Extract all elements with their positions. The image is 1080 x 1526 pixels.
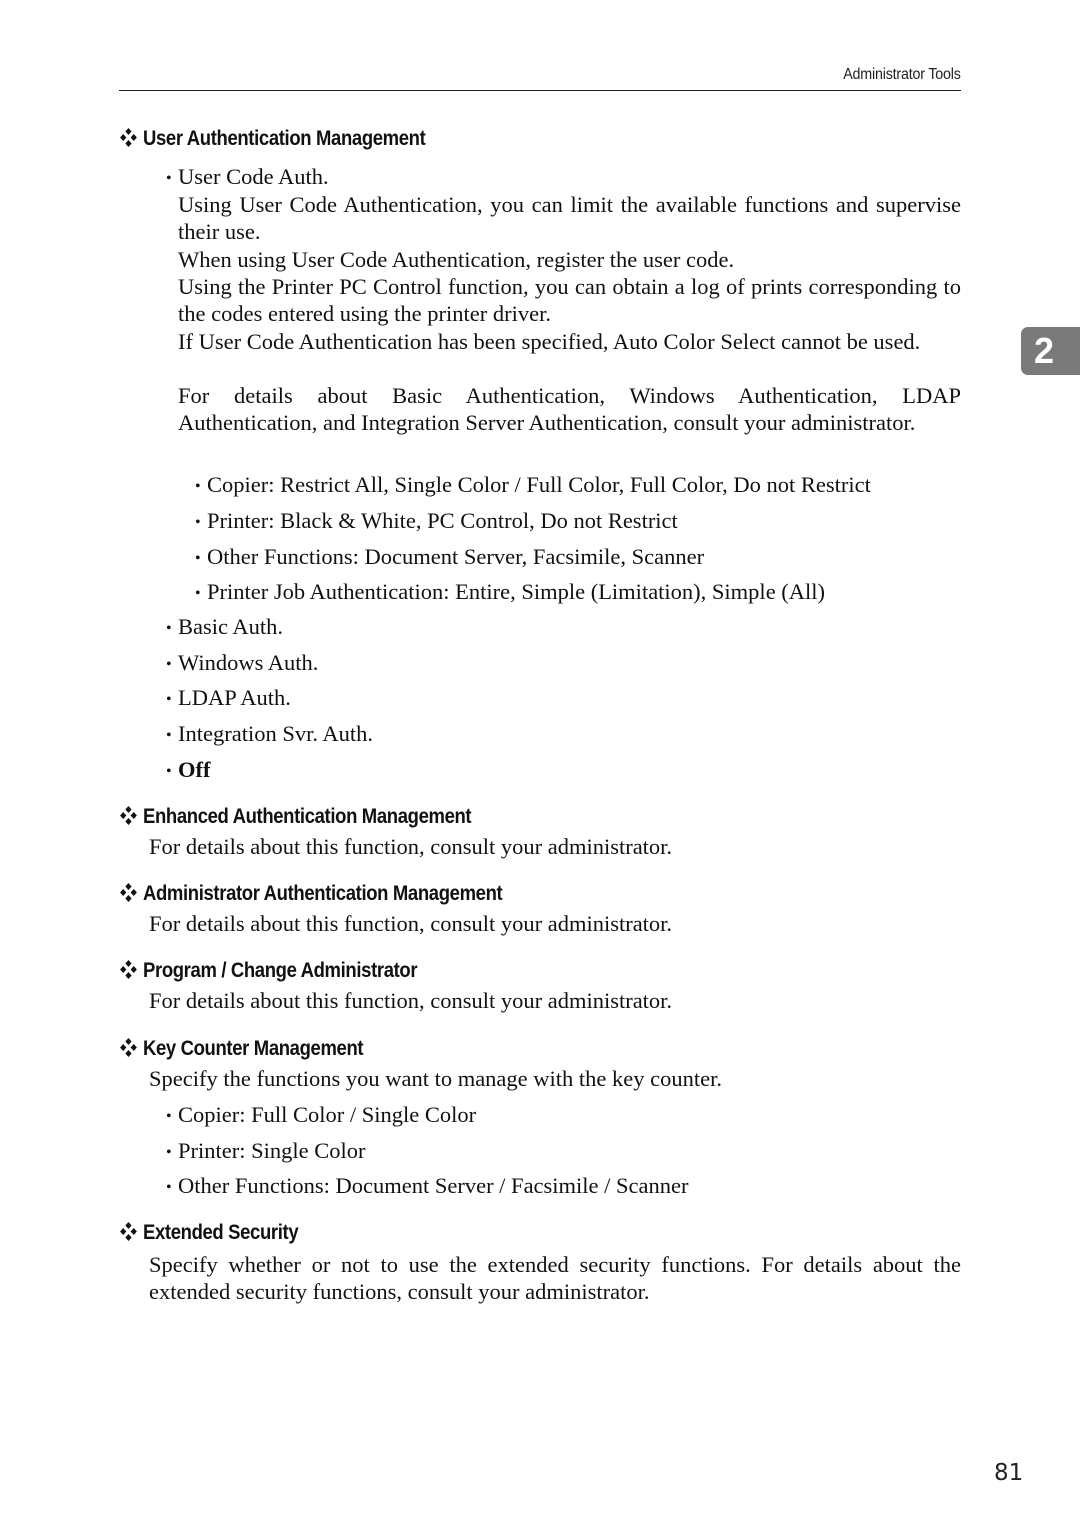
diamond-bullet-icon: [120, 127, 137, 148]
section-body: For details about this function, consult…: [149, 911, 673, 936]
bullet-icon: •: [195, 514, 201, 531]
key-counter-item: Copier: Full Color / Single Color: [178, 1102, 477, 1127]
bullet-icon: •: [166, 691, 172, 708]
bullet-icon: •: [166, 727, 172, 744]
sub-item: Printer: Black & White, PC Control, Do n…: [207, 508, 678, 533]
page-number: 81: [994, 1460, 1024, 1486]
bullet-icon: •: [195, 585, 201, 602]
heading-text: Enhanced Authentication Management: [143, 805, 472, 828]
bullet-icon: •: [195, 550, 201, 567]
section-heading-extended-security: Extended Security: [120, 1221, 299, 1245]
bullet-icon: •: [166, 656, 172, 673]
header-rule: [119, 90, 961, 91]
section-heading-program-change-administrator: Program / Change Administrator: [120, 959, 418, 983]
key-counter-item: Printer: Single Color: [178, 1138, 366, 1163]
bullet-icon: •: [166, 763, 172, 780]
heading-text: Extended Security: [143, 1221, 299, 1244]
option-windows-auth: Windows Auth.: [178, 650, 319, 675]
option-description: Using User Code Authentication, you can …: [178, 192, 961, 245]
section-heading-user-authentication: User Authentication Management: [120, 127, 426, 151]
bullet-icon: •: [195, 478, 201, 495]
heading-text: User Authentication Management: [143, 127, 426, 150]
diamond-bullet-icon: [120, 882, 137, 903]
bullet-icon: •: [166, 1108, 172, 1125]
section-body: Specify the functions you want to manage…: [149, 1066, 722, 1091]
bullet-icon: •: [166, 1144, 172, 1161]
option-description: If User Code Authentication has been spe…: [178, 329, 921, 354]
option-description: Using the Printer PC Control function, y…: [178, 274, 961, 327]
section-body: For details about this function, consult…: [149, 988, 673, 1013]
option-ldap-auth: LDAP Auth.: [178, 685, 291, 710]
option-description: When using User Code Authentication, reg…: [178, 247, 735, 272]
chapter-tab: 2: [1021, 327, 1080, 375]
option-integration-svr-auth: Integration Svr. Auth.: [178, 721, 373, 746]
option-description: For details about Basic Authentication, …: [178, 383, 961, 436]
option-off-default: Off: [178, 757, 211, 782]
diamond-bullet-icon: [120, 1221, 137, 1242]
sub-item: Other Functions: Document Server, Facsim…: [207, 544, 705, 569]
section-heading-administrator-authentication: Administrator Authentication Management: [120, 882, 503, 906]
heading-text: Key Counter Management: [143, 1037, 364, 1060]
option-user-code-auth: User Code Auth.: [178, 164, 329, 189]
section-body: Specify whether or not to use the extend…: [149, 1252, 961, 1305]
key-counter-item: Other Functions: Document Server / Facsi…: [178, 1173, 689, 1198]
section-body: For details about this function, consult…: [149, 834, 673, 859]
chapter-number: 2: [1033, 330, 1055, 371]
diamond-bullet-icon: [120, 1037, 137, 1058]
section-heading-enhanced-authentication: Enhanced Authentication Management: [120, 805, 472, 829]
running-head-title: Administrator Tools: [843, 66, 961, 83]
sub-item: Copier: Restrict All, Single Color / Ful…: [207, 472, 871, 497]
diamond-bullet-icon: [120, 805, 137, 826]
option-basic-auth: Basic Auth.: [178, 614, 283, 639]
sub-item: Printer Job Authentication: Entire, Simp…: [207, 579, 826, 604]
bullet-icon: •: [166, 620, 172, 637]
section-heading-key-counter-management: Key Counter Management: [120, 1037, 364, 1061]
bullet-icon: •: [166, 1179, 172, 1196]
heading-text: Program / Change Administrator: [143, 959, 418, 982]
heading-text: Administrator Authentication Management: [143, 882, 503, 905]
bullet-icon: •: [166, 170, 172, 187]
diamond-bullet-icon: [120, 959, 137, 980]
